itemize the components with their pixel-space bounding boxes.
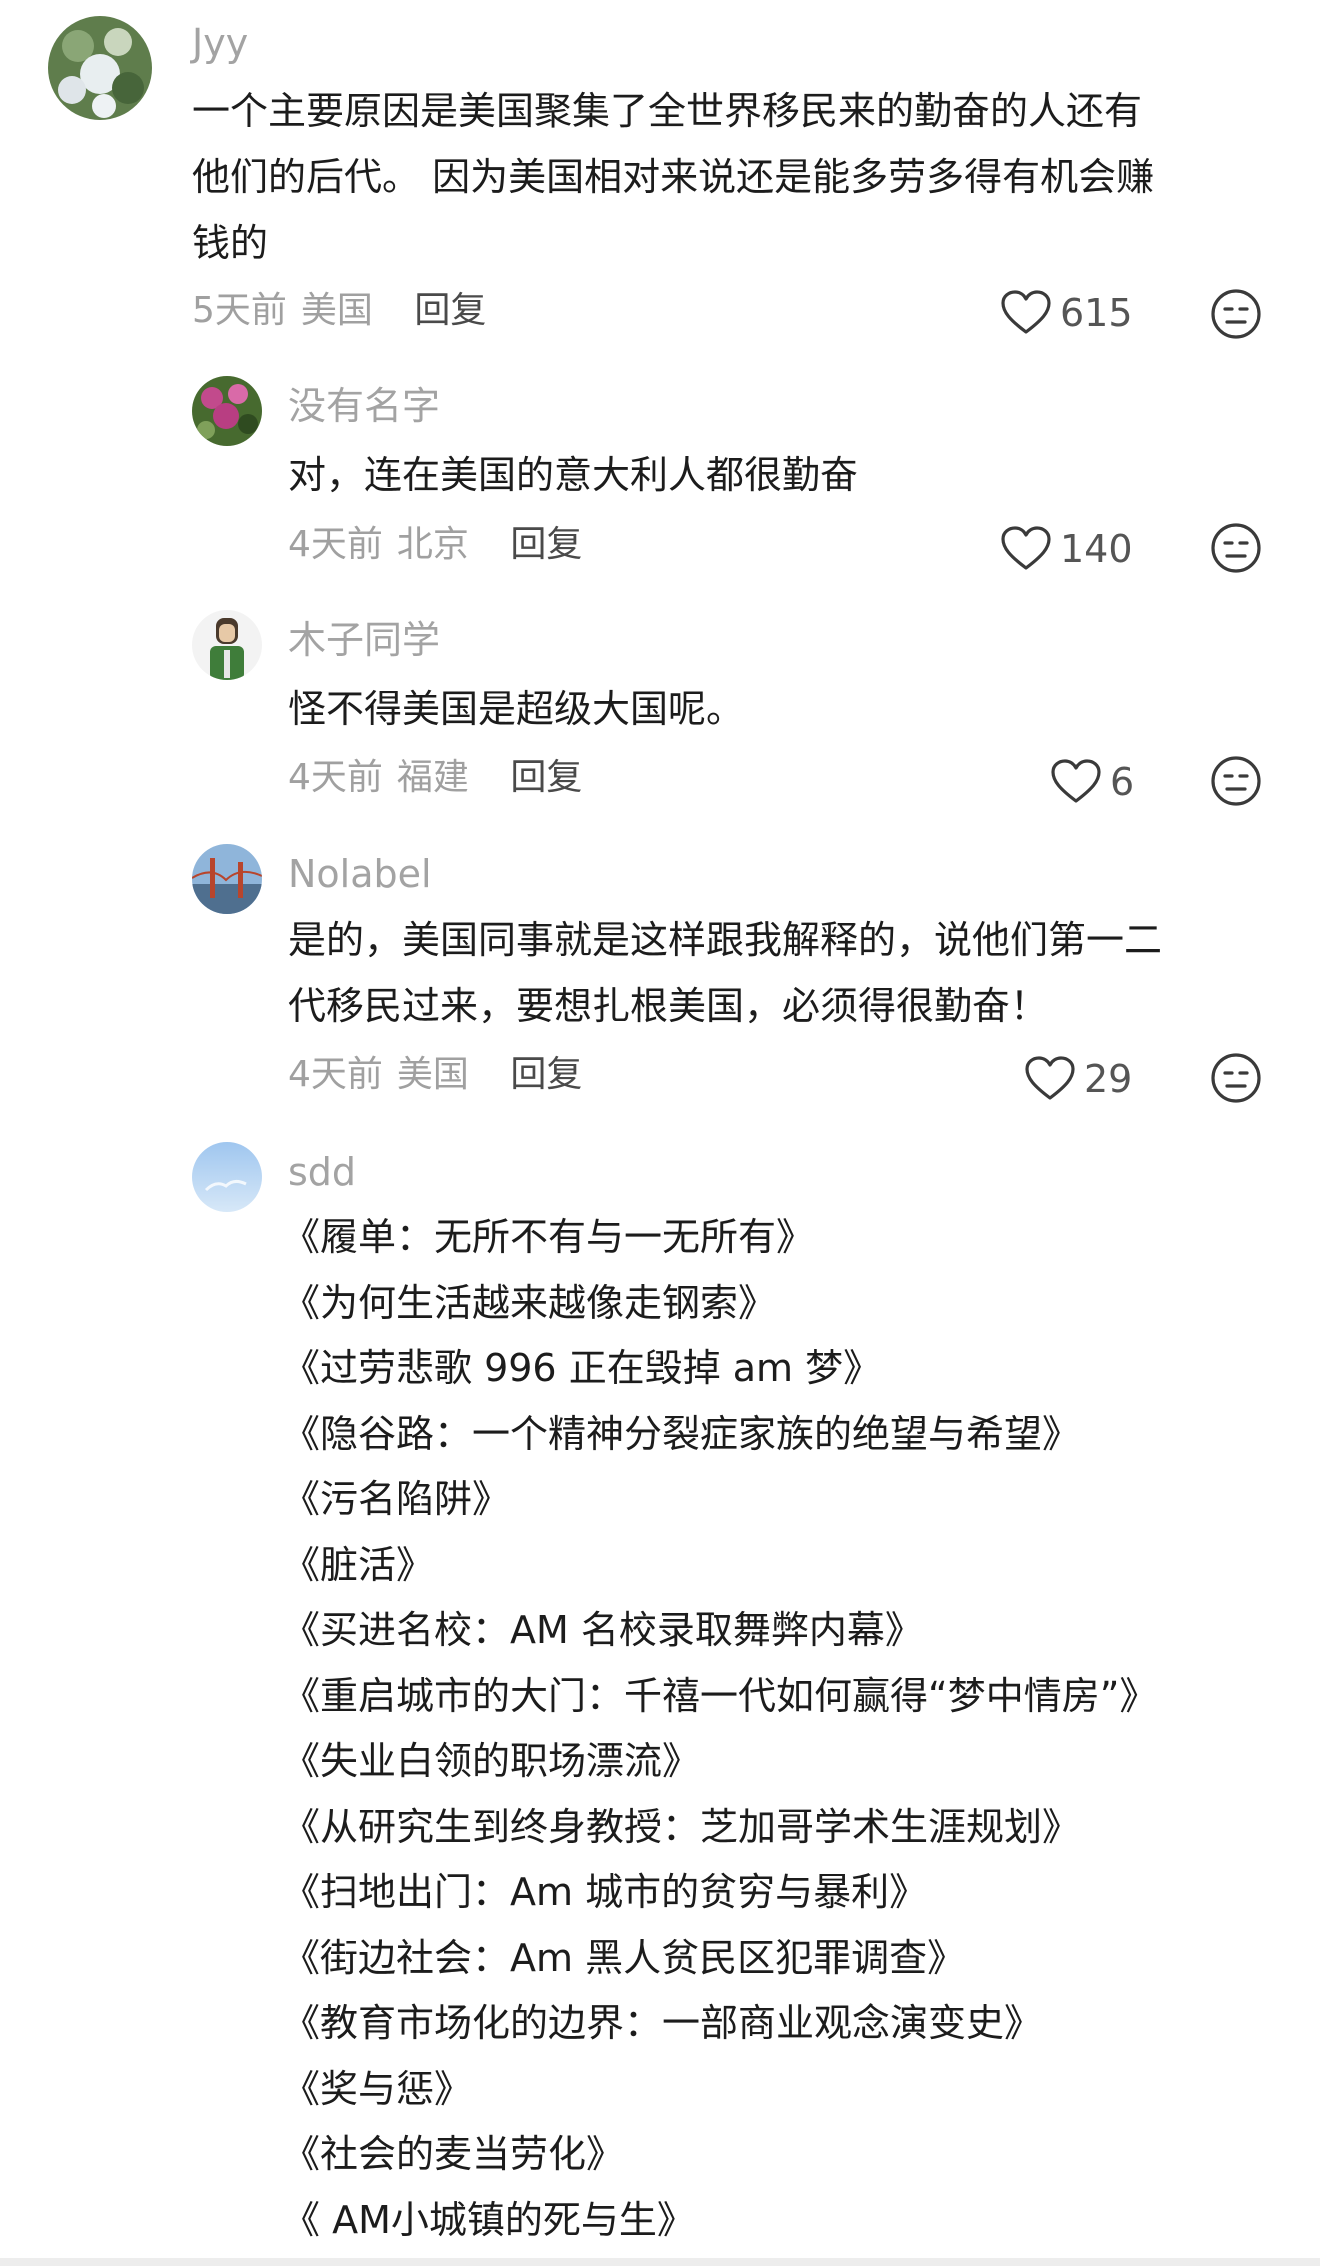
comment-meta: 4天前 北京 回复 <box>288 522 582 568</box>
avatar[interactable] <box>192 376 262 446</box>
comment-location: 美国 <box>300 290 373 331</box>
comment-text-line: 对，连在美国的意大利人都很勤奋 <box>288 453 859 497</box>
comment-meta: 4天前 美国 回复 <box>288 1052 582 1098</box>
reply-button[interactable]: 回复 <box>510 757 582 798</box>
book-title: 《履单：无所不有与一无所有》 <box>282 1215 815 1259</box>
comment-location: 福建 <box>396 757 469 798</box>
comment-text: 对，连在美国的意大利人都很勤奋 <box>288 442 858 508</box>
comment-username[interactable]: Nolabel <box>288 851 432 897</box>
book-title: 《教育市场化的边界：一部商业观念演变史》 <box>282 2001 1043 2045</box>
comment-text-line: 代移民过来，要想扎根美国，必须得很勤奋！ <box>288 984 1049 1028</box>
comment-time: 4天前 <box>288 1054 383 1095</box>
comment-username[interactable]: 没有名字 <box>288 383 440 429</box>
comment-text-line: 钱的 <box>192 221 269 265</box>
like-button[interactable]: 615 <box>1000 290 1133 336</box>
like-button[interactable]: 29 <box>1024 1056 1132 1102</box>
dislike-button[interactable] <box>1210 1052 1262 1108</box>
book-title: 《过劳悲歌 996 正在毁掉 am 梦》 <box>282 1346 882 1390</box>
dislike-button[interactable] <box>1210 755 1262 811</box>
comment-time: 4天前 <box>288 757 383 798</box>
heart-outline-icon <box>1051 759 1101 803</box>
heart-outline-icon <box>1025 1056 1075 1100</box>
comment-time: 5天前 <box>192 290 287 331</box>
book-title: 《为何生活越来越像走钢索》 <box>282 1280 777 1325</box>
avatar[interactable] <box>192 1142 262 1212</box>
like-button[interactable]: 140 <box>1000 526 1133 572</box>
book-title: 《脏活》 <box>282 1542 435 1587</box>
comment-text: 怪不得美国是超级大国呢。 <box>288 676 744 742</box>
comment-book-list: 《履单：无所不有与一无所有》 《为何生活越来越像走钢索》 《过劳悲歌 996 正… <box>282 1205 1157 2253</box>
comment-text-line: 是的，美国同事就是这样跟我解释的，说他们第一二 <box>288 918 1163 962</box>
book-title: 《社会的麦当劳化》 <box>282 2132 625 2176</box>
comment-text-line: 他们的后代。 因为美国相对来说还是能多劳多得有机会赚 <box>192 155 1155 199</box>
meh-face-icon <box>1211 289 1261 339</box>
comment-text-line: 一个主要原因是美国聚集了全世界移民来的勤奋的人还有 <box>192 89 1143 133</box>
comment-username[interactable]: Jyy <box>192 20 248 66</box>
bottom-divider <box>0 2258 1320 2266</box>
like-button[interactable]: 6 <box>1050 759 1134 805</box>
book-title: 《污名陷阱》 <box>282 1477 511 1521</box>
like-count: 615 <box>1060 291 1133 335</box>
book-title: 《 AM小城镇的死与生》 <box>282 2197 695 2242</box>
comment-text-line: 怪不得美国是超级大国呢。 <box>288 687 745 731</box>
dislike-button[interactable] <box>1210 288 1262 344</box>
avatar[interactable] <box>192 610 262 680</box>
reply-button[interactable]: 回复 <box>510 1054 582 1095</box>
comment-location: 美国 <box>396 1054 469 1095</box>
book-title: 《买进名校：AM 名校录取舞弊内幕》 <box>282 1608 923 1652</box>
heart-outline-icon <box>1001 526 1051 570</box>
meh-face-icon <box>1211 1053 1261 1103</box>
comment-location: 北京 <box>396 524 469 565</box>
book-title: 《从研究生到终身教授：芝加哥学术生涯规划》 <box>282 1804 1081 1849</box>
comment-time: 4天前 <box>288 524 383 565</box>
book-title: 《街边社会：Am 黑人贫民区犯罪调查》 <box>282 1935 966 1980</box>
book-title: 《重启城市的大门：千禧一代如何赢得“梦中情房”》 <box>282 1673 1158 1718</box>
meh-face-icon <box>1211 523 1261 573</box>
avatar[interactable] <box>192 844 262 914</box>
reply-button[interactable]: 回复 <box>414 290 486 331</box>
comment-username[interactable]: 木子同学 <box>288 617 440 663</box>
heart-outline-icon <box>1001 290 1051 334</box>
comment-text: 是的，美国同事就是这样跟我解释的，说他们第一二 代移民过来，要想扎根美国，必须得… <box>288 907 1162 1039</box>
comment-text: 一个主要原因是美国聚集了全世界移民来的勤奋的人还有 他们的后代。 因为美国相对来… <box>192 78 1154 276</box>
reply-button[interactable]: 回复 <box>510 524 582 565</box>
comment-meta: 4天前 福建 回复 <box>288 755 582 801</box>
avatar[interactable] <box>48 16 152 120</box>
comment-username[interactable]: sdd <box>288 1149 356 1195</box>
comment-meta: 5天前 美国 回复 <box>192 288 486 334</box>
like-count: 29 <box>1084 1057 1133 1101</box>
meh-face-icon <box>1211 756 1261 806</box>
book-title: 《隐谷路：一个精神分裂症家族的绝望与希望》 <box>282 1411 1081 1456</box>
book-title: 《扫地出门：Am 城市的贫穷与暴利》 <box>282 1870 928 1914</box>
like-count: 6 <box>1110 760 1135 804</box>
like-count: 140 <box>1060 527 1133 571</box>
dislike-button[interactable] <box>1210 522 1262 578</box>
book-title: 《失业白领的职场漂流》 <box>282 1739 701 1783</box>
book-title: 《奖与惩》 <box>282 2066 473 2111</box>
